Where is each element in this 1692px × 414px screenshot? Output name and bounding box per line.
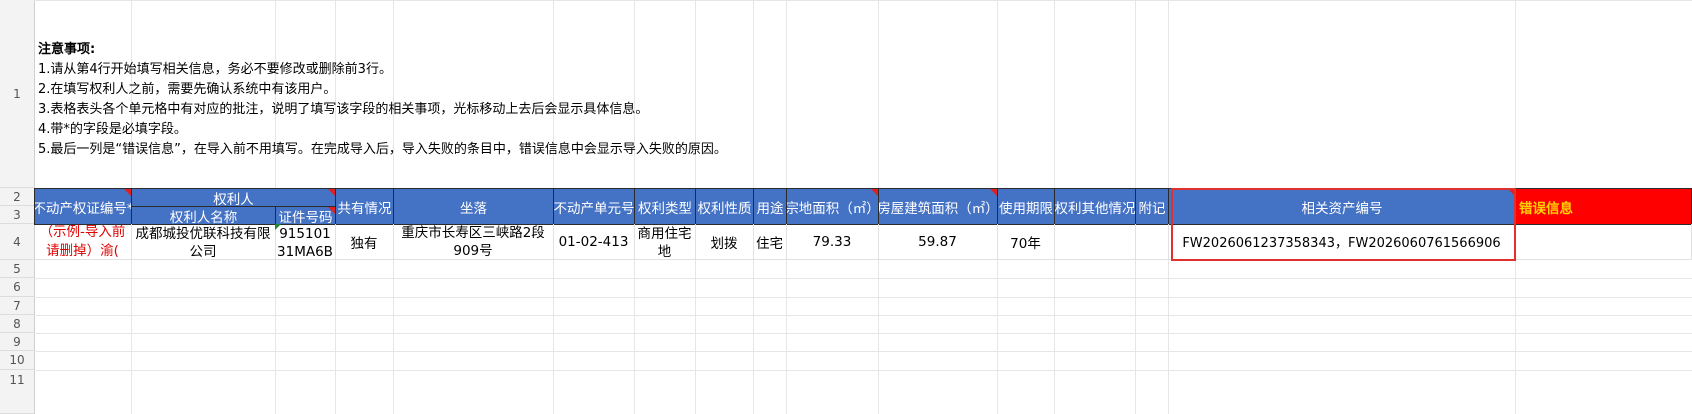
row-number[interactable]: 4 [0, 224, 34, 260]
header-error[interactable]: 错误信息 [1515, 188, 1692, 225]
example-note: 请删掉）渝( [46, 242, 119, 259]
cell-building-area[interactable]: 59.87 [878, 224, 998, 260]
note-line: 3.表格表头各个单元格中有对应的批注，说明了填写该字段的相关事项，光标移动上去后… [38, 102, 649, 117]
header-owner-name[interactable]: 权利人名称 [131, 206, 276, 225]
header-unit-no[interactable]: 不动产单元号 [553, 188, 635, 225]
header-label: 权利人名称 [169, 209, 238, 225]
cell-asset-no[interactable]: FW2026061237358343，FW2026060761566906 [1168, 224, 1516, 260]
cell-owner-name[interactable]: 成都城投优联科技有限公司 [131, 224, 276, 260]
header-owner-group[interactable]: 权利人 [131, 188, 336, 207]
row-number[interactable]: 7 [0, 297, 34, 315]
header-id-no[interactable]: 证件号码 [275, 206, 336, 225]
header-usage[interactable]: 用途 [753, 188, 787, 225]
error-indicator-icon [275, 224, 281, 230]
header-label: 共有情况 [337, 200, 392, 217]
cell-value: 59.87 [918, 233, 957, 250]
row-number[interactable]: 5 [0, 260, 34, 278]
cell-shared[interactable]: 独有 [335, 224, 394, 260]
cell-value: 商用住宅地 [637, 226, 692, 260]
cell-id-no[interactable]: 91510131MA6B5 [275, 224, 336, 260]
header-label: 用途 [756, 200, 784, 217]
cell-value: 划拨 [710, 235, 738, 252]
cell-location[interactable]: 重庆市长寿区三峡路2段909号 [393, 224, 554, 260]
note-line: 4.带*的字段是必填字段。 [38, 122, 187, 137]
comment-marker-icon [1508, 189, 1515, 196]
cell-value: 79.33 [812, 233, 852, 250]
header-label: 证件号码 [278, 209, 333, 225]
header-label: 不动产单元号 [553, 200, 635, 217]
gridline [34, 278, 1692, 279]
header-asset-no[interactable]: 相关资产编号 [1168, 188, 1516, 225]
comment-marker-icon [328, 189, 335, 196]
header-building-area[interactable]: 房屋建筑面积（㎡） [878, 188, 998, 225]
header-cert-no[interactable]: 不动产权证编号* [34, 188, 132, 225]
header-label: 附记 [1138, 200, 1166, 217]
instructions-notes[interactable]: 注意事项: 1.请从第4行开始填写相关信息，务必不要修改或删除前3行。 2.在填… [38, 40, 727, 160]
header-right-type[interactable]: 权利类型 [634, 188, 696, 225]
gridline [34, 0, 1692, 1]
example-note: （示例-导入前 [39, 224, 126, 240]
header-label: 宗地面积（㎡） [786, 200, 879, 217]
row-number[interactable]: 3 [0, 206, 34, 224]
gridline [34, 351, 1692, 352]
row-number[interactable]: 6 [0, 278, 34, 297]
cell-cert-no[interactable]: （示例-导入前 请删掉）渝( [34, 224, 132, 260]
cell-value: 住宅 [756, 235, 783, 252]
comment-marker-icon [871, 189, 878, 196]
header-label: 相关资产编号 [1301, 200, 1383, 217]
note-line: 1.请从第4行开始填写相关信息，务必不要修改或删除前3行。 [38, 62, 392, 77]
comment-marker-icon [328, 207, 335, 214]
row-number[interactable]: 2 [0, 188, 34, 206]
cell-value: FW2026061237358343，FW2026060761566906 [1182, 236, 1501, 251]
header-label: 权利其他情况 [1054, 200, 1136, 217]
notes-title: 注意事项: [38, 42, 96, 57]
row-number[interactable]: 10 [0, 351, 34, 370]
header-label: 权利人 [213, 191, 254, 207]
note-line: 5.最后一列是“错误信息”，在导入前不用填写。在完成导入后，导入失败的条目中，错… [38, 142, 727, 157]
gridline [34, 315, 1692, 316]
header-label: 使用期限 [999, 200, 1053, 217]
header-label: 权利类型 [638, 200, 692, 217]
header-term[interactable]: 使用期限 [997, 188, 1055, 225]
cell-value: 成都城投优联科技有限公司 [135, 226, 271, 260]
cell-value: 重庆市长寿区三峡路2段909号 [401, 224, 545, 259]
cell-value: 70年 [1010, 235, 1041, 252]
note-line: 2.在填写权利人之前，需要先确认系统中有该用户。 [38, 82, 337, 97]
row-header-column: 1 2 3 4 5 6 7 8 9 10 11 [0, 0, 35, 414]
header-land-area[interactable]: 宗地面积（㎡） [786, 188, 879, 225]
cell-right-type[interactable]: 商用住宅地 [634, 224, 696, 260]
row-number[interactable]: 11 [0, 370, 34, 414]
cell-note[interactable] [1135, 224, 1169, 260]
gridline [34, 297, 1692, 298]
cell-other[interactable] [1054, 224, 1136, 260]
comment-marker-icon [990, 189, 997, 196]
header-label: 权利性质 [697, 200, 752, 217]
cell-land-area[interactable]: 79.33 [786, 224, 879, 260]
header-label: 坐落 [460, 200, 487, 217]
cell-right-nature[interactable]: 划拨 [695, 224, 754, 260]
cell-usage[interactable]: 住宅 [753, 224, 787, 260]
cell-unit-no[interactable]: 01-02-413 [553, 224, 635, 260]
comment-marker-icon [124, 189, 131, 196]
gridline [34, 333, 1692, 334]
cell-value: 91510131MA6B5 [277, 226, 333, 260]
spreadsheet-grid[interactable]: 1 2 3 4 5 6 7 8 9 10 11 注意事项: 1.请从第4行开始填… [0, 0, 1692, 414]
header-label: 不动产权证编号* [34, 200, 132, 217]
header-other[interactable]: 权利其他情况 [1054, 188, 1136, 225]
header-label: 房屋建筑面积（㎡） [878, 200, 998, 217]
cell-error[interactable] [1515, 224, 1692, 260]
row-number[interactable]: 9 [0, 333, 34, 351]
gridline [34, 370, 1692, 371]
header-location[interactable]: 坐落 [393, 188, 554, 225]
header-note[interactable]: 附记 [1135, 188, 1169, 225]
row-number[interactable]: 1 [0, 0, 34, 188]
header-label: 错误信息 [1519, 200, 1573, 217]
cell-value: 01-02-413 [558, 233, 629, 250]
cell-term[interactable]: 70年 [997, 224, 1055, 260]
cell-value: 独有 [350, 235, 378, 252]
header-right-nature[interactable]: 权利性质 [695, 188, 754, 225]
row-number[interactable]: 8 [0, 315, 34, 333]
header-shared[interactable]: 共有情况 [335, 188, 394, 225]
